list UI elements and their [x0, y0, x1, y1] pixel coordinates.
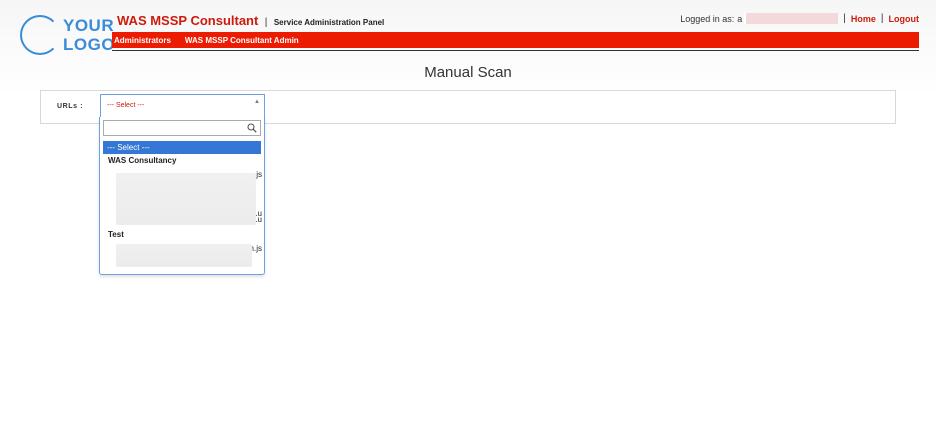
logo-ring-icon — [20, 15, 60, 55]
select-current-value: --- Select --- — [107, 102, 145, 109]
app-subtitle: Service Administration Panel — [273, 18, 385, 27]
redacted-username — [744, 13, 839, 24]
option-suffix: .u — [255, 215, 262, 224]
link-separator: | — [880, 13, 884, 24]
optgroup-was-consultancy: WAS Consultancy — [108, 156, 177, 165]
navbar-underline — [112, 50, 919, 51]
dropdown-search-input[interactable] — [103, 120, 261, 136]
page-title: Manual Scan — [424, 64, 512, 81]
main-navbar: Administrators WAS MSSP Consultant Admin — [112, 32, 919, 48]
urls-dropdown: --- Select --- WAS Consultancy .js .u .u… — [99, 117, 265, 275]
link-separator: | — [843, 13, 846, 24]
logo[interactable]: YOUR LOGO — [20, 14, 116, 58]
logo-text-line1: YOUR — [63, 16, 115, 35]
title-separator: | — [264, 17, 268, 28]
logged-in-label: Logged in as: — [680, 13, 735, 24]
nav-item-consultant-admin[interactable]: WAS MSSP Consultant Admin — [185, 36, 299, 45]
nav-item-administrators[interactable]: Administrators — [114, 36, 171, 45]
logged-in-user-partial: a — [737, 13, 743, 24]
app-name: WAS MSSP Consultant — [117, 13, 259, 28]
user-bar: Logged in as: a | Home | Logout — [680, 13, 919, 24]
redacted-url-block — [116, 244, 252, 267]
logout-link[interactable]: Logout — [889, 14, 920, 24]
urls-label: URLs : — [57, 103, 84, 110]
optgroup-test: Test — [108, 230, 124, 239]
redacted-url-block — [116, 173, 256, 225]
search-icon — [247, 123, 257, 133]
logo-text-line2: LOGO — [63, 35, 116, 54]
option-select-placeholder[interactable]: --- Select --- — [103, 141, 261, 154]
caret-up-icon: ▲ — [254, 99, 260, 105]
home-link[interactable]: Home — [851, 14, 876, 24]
urls-select[interactable]: --- Select --- ▲ — [100, 94, 265, 118]
app-title: WAS MSSP Consultant | Service Administra… — [117, 12, 384, 30]
